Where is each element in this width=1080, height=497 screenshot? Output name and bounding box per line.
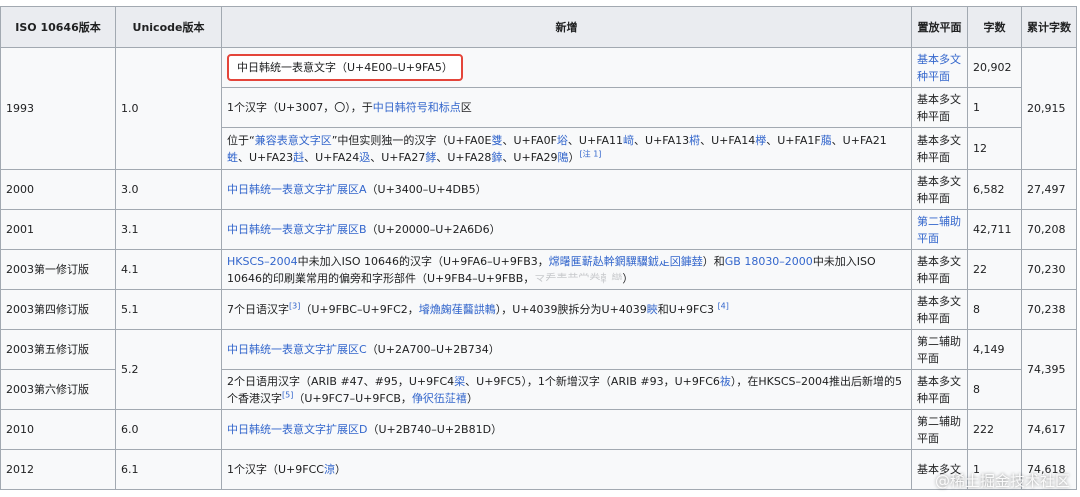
table-row: 2003第四修订版 5.1 7个日语汉字[3]（U+9FBC–U+9FC2，龼龽… bbox=[0, 289, 1077, 330]
cell-added: 1个汉字（U+3007，〇），于中日韩符号和标点区 bbox=[221, 87, 912, 128]
cell-added: 2个日语用汉字（ARIB #47、#95，U+9FC4鿄、U+9FC5），1个新… bbox=[221, 369, 912, 410]
cell-count: 222 bbox=[967, 409, 1022, 450]
cell-iso: 2003第六修订版 bbox=[0, 369, 116, 410]
cell-count: 6,582 bbox=[967, 169, 1022, 210]
header-unicode[interactable]: Unicode版本 bbox=[115, 6, 222, 48]
cell-count: 22 bbox=[967, 249, 1022, 290]
cell-unicode: 3.0 bbox=[115, 169, 222, 210]
cell-count: 4,149 bbox=[967, 329, 1022, 370]
cell-plane: 第二辅助平面 bbox=[911, 329, 968, 370]
cell-cumulative: 74,395 bbox=[1021, 329, 1077, 410]
table-row: 1993 1.0 中日韩统一表意文字（U+4E00–U+9FA5） 基本多文种平… bbox=[0, 47, 1077, 170]
cell-plane: 基本多文种平面 bbox=[911, 169, 968, 210]
table-row: 2001 3.1 中日韩统一表意文字扩展区B（U+20000–U+2A6D6） … bbox=[0, 209, 1077, 250]
cell-added: 中日韩统一表意文字（U+4E00–U+9FA5） bbox=[221, 47, 912, 88]
cell-count: 8 bbox=[967, 369, 1022, 410]
link-ext-b[interactable]: 中日韩统一表意文字扩展区B bbox=[227, 223, 367, 236]
link-ext-d[interactable]: 中日韩统一表意文字扩展区D bbox=[227, 423, 367, 436]
cjk-unified-text: 中日韩统一表意文字 bbox=[237, 61, 336, 74]
cell-added: 中日韩统一表意文字扩展区D（U+2B740–U+2B81D） bbox=[221, 409, 912, 450]
cell-iso: 2000 bbox=[0, 169, 116, 210]
cell-plane: 基本多文种平面 bbox=[911, 87, 968, 128]
cell-count: 20,902 bbox=[967, 47, 1022, 88]
footnote-link[interactable]: [4] bbox=[718, 301, 729, 310]
link-ext-a[interactable]: 中日韩统一表意文字扩展区A bbox=[227, 183, 367, 196]
footnote-link[interactable]: [3] bbox=[289, 301, 300, 310]
highlight-box: 中日韩统一表意文字（U+4E00–U+9FA5） bbox=[227, 54, 463, 81]
cell-added: 中日韩统一表意文字扩展区C（U+2A700–U+2B734） bbox=[221, 329, 912, 370]
page: ISO 10646版本 Unicode版本 新增 置放平面 字数 累计字数 19… bbox=[0, 0, 1080, 497]
link-sip[interactable]: 第二辅助平面 bbox=[917, 215, 961, 245]
cell-cumulative: 70,208 bbox=[1021, 209, 1077, 250]
cell-iso: 1993 bbox=[0, 47, 116, 170]
cell-iso: 2010 bbox=[0, 409, 116, 450]
cell-iso: 2003第四修订版 bbox=[0, 289, 116, 330]
header-plane[interactable]: 置放平面 bbox=[911, 6, 968, 48]
cell-added: 1个汉字（U+9FCC鿌） bbox=[221, 449, 912, 490]
cell-count: 8 bbox=[967, 289, 1022, 330]
table-row: 2012 6.1 1个汉字（U+9FCC鿌） 基本多文 1 74,618 bbox=[0, 449, 1077, 490]
cell-added: 7个日语汉字[3]（U+9FBC–U+9FC2，龼龽龾龿鿀鿁鿂），U+4039腴… bbox=[221, 289, 912, 330]
header-row: ISO 10646版本 Unicode版本 新增 置放平面 字数 累计字数 bbox=[0, 6, 1077, 48]
cell-cumulative: 20,915 bbox=[1021, 47, 1077, 170]
watermark: @稀土掘金技术社区 bbox=[934, 472, 1070, 490]
cell-unicode: 6.0 bbox=[115, 409, 222, 450]
cell-cumulative: 74,617 bbox=[1021, 409, 1077, 450]
header-cumulative[interactable]: 累计字数 bbox=[1021, 6, 1077, 48]
cell-added: 中日韩统一表意文字扩展区A（U+3400–U+4DB5） bbox=[221, 169, 912, 210]
header-added[interactable]: 新增 bbox=[221, 6, 912, 48]
link-compat-ideographs[interactable]: 兼容表意文字区 bbox=[255, 134, 332, 147]
header-count[interactable]: 字数 bbox=[967, 6, 1022, 48]
cell-plane: 基本多文种平面 bbox=[911, 249, 968, 290]
cell-iso: 2003第五修订版 bbox=[0, 329, 116, 370]
cell-cumulative: 27,497 bbox=[1021, 169, 1077, 210]
cell-plane: 第二辅助平面 bbox=[911, 209, 968, 250]
cell-plane: 第二辅助平面 bbox=[911, 409, 968, 450]
cell-count: 12 bbox=[967, 127, 1022, 170]
cell-added: 中日韩统一表意文字扩展区B（U+20000–U+2A6D6） bbox=[221, 209, 912, 250]
cell-cumulative: 70,238 bbox=[1021, 289, 1077, 330]
cell-count: 42,711 bbox=[967, 209, 1022, 250]
cell-unicode: 4.1 bbox=[115, 249, 222, 290]
cell-added: 位于“兼容表意文字区”中但实则独一的汉字（U+FA0E﨎、U+FA0F﨏、U+F… bbox=[221, 127, 912, 170]
cell-unicode: 5.1 bbox=[115, 289, 222, 330]
cell-plane: 基本多文种平面 bbox=[911, 47, 968, 88]
cell-unicode: 1.0 bbox=[115, 47, 222, 170]
cell-unicode: 5.2 bbox=[115, 329, 222, 410]
table-row: 2010 6.0 中日韩统一表意文字扩展区D（U+2B740–U+2B81D） … bbox=[0, 409, 1077, 450]
link-bmp[interactable]: 基本多文种平面 bbox=[917, 53, 961, 83]
header-iso[interactable]: ISO 10646版本 bbox=[0, 6, 116, 48]
cell-unicode: 3.1 bbox=[115, 209, 222, 250]
cell-cumulative: 70,230 bbox=[1021, 249, 1077, 290]
cell-iso: 2001 bbox=[0, 209, 116, 250]
cell-iso: 2003第一修订版 bbox=[0, 249, 116, 290]
table-row: 2003第五修订版 5.2 中日韩统一表意文字扩展区C（U+2A700–U+2B… bbox=[0, 329, 1077, 410]
cell-count: 1 bbox=[967, 87, 1022, 128]
link-cjk-symbols[interactable]: 中日韩符号和标点 bbox=[373, 101, 461, 114]
link-hkscs[interactable]: HKSCS–2004 bbox=[227, 255, 298, 268]
cell-iso: 2012 bbox=[0, 449, 116, 490]
table-row: 2000 3.0 中日韩统一表意文字扩展区A（U+3400–U+4DB5） 基本… bbox=[0, 169, 1077, 210]
link-gb18030[interactable]: GB 18030–2000 bbox=[725, 255, 813, 268]
link-ext-c[interactable]: 中日韩统一表意文字扩展区C bbox=[227, 343, 367, 356]
table-row: 2003第一修订版 4.1 HKSCS–2004中未加入ISO 10646的汉字… bbox=[0, 249, 1077, 290]
cell-unicode: 6.1 bbox=[115, 449, 222, 490]
footnote-link[interactable]: [5] bbox=[282, 390, 293, 399]
cell-plane: 基本多文种平面 bbox=[911, 289, 968, 330]
cell-plane: 基本多文种平面 bbox=[911, 127, 968, 170]
cell-added: HKSCS–2004中未加入ISO 10646的汉字（U+9FA6–U+9FB3… bbox=[221, 249, 912, 290]
cell-plane: 基本多文种平面 bbox=[911, 369, 968, 410]
cjk-history-table: ISO 10646版本 Unicode版本 新增 置放平面 字数 累计字数 19… bbox=[0, 6, 1077, 490]
footnote-link[interactable]: [注 1] bbox=[580, 149, 602, 158]
